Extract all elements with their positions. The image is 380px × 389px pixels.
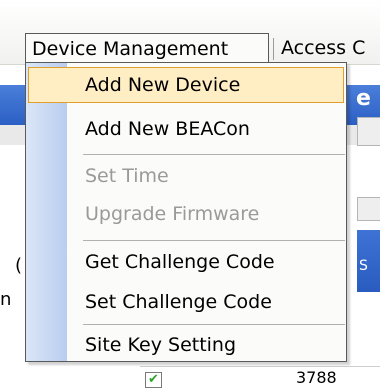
toolbar-button[interactable] <box>357 197 380 221</box>
page-header-text: e <box>356 86 371 111</box>
menu-item-set-time[interactable]: Set Time <box>26 158 346 194</box>
menu-separator <box>83 154 345 155</box>
menu-item-get-challenge-code[interactable]: Get Challenge Code <box>26 244 346 280</box>
menu-item-site-key-setting[interactable]: Site Key Setting <box>26 327 346 363</box>
menu-item-add-new-device[interactable]: Add New Device <box>28 67 344 103</box>
background-text: n <box>0 289 12 310</box>
menu-separator <box>83 324 345 325</box>
side-tab-label: S <box>359 258 368 274</box>
background-text: ( <box>15 255 23 276</box>
table-row-divider <box>140 366 380 367</box>
row-checkbox[interactable]: ✔ <box>145 372 162 388</box>
toolbar-button[interactable] <box>357 117 380 146</box>
menu-separator <box>83 240 345 241</box>
menu-access-control[interactable]: Access C <box>281 33 365 63</box>
menu-device-management[interactable]: Device Management <box>25 33 269 63</box>
row-value: 3788 <box>296 368 337 387</box>
menu-separator <box>273 38 274 60</box>
device-management-dropdown: Add New Device Add New BEACon Set Time U… <box>25 62 347 362</box>
menu-item-upgrade-firmware[interactable]: Upgrade Firmware <box>26 196 346 232</box>
menu-item-set-challenge-code[interactable]: Set Challenge Code <box>26 284 346 320</box>
menu-item-add-new-beacon[interactable]: Add New BEACon <box>26 111 346 147</box>
